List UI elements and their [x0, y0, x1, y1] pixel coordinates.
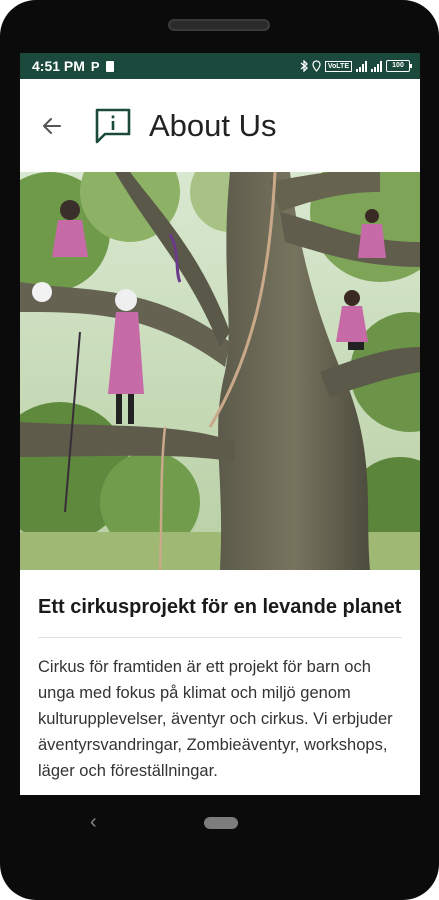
phone-frame: 4:51 PM P VoLTE 100 About Us Ett cirkusp… — [0, 0, 439, 900]
location-icon — [312, 60, 321, 72]
divider — [38, 637, 402, 638]
signal-icon — [356, 60, 367, 72]
status-app-indicator: P — [90, 58, 100, 74]
battery-icon: 100 — [386, 60, 412, 72]
signal-icon-2 — [371, 60, 382, 72]
status-bar: 4:51 PM P VoLTE 100 — [20, 53, 420, 79]
bluetooth-icon — [300, 60, 308, 72]
info-chat-icon — [95, 108, 131, 143]
document-icon — [105, 60, 114, 72]
back-button[interactable] — [37, 111, 67, 141]
article-headline: Ett cirkusprojekt för en levande planet — [38, 596, 402, 618]
earpiece-speaker — [168, 19, 270, 31]
nav-home-button[interactable] — [204, 817, 238, 829]
page-title: About Us — [149, 107, 277, 143]
system-nav-bar: ‹ — [20, 795, 420, 851]
status-icons: VoLTE 100 — [300, 60, 412, 72]
tree-photo — [20, 172, 420, 570]
hero-image — [20, 172, 420, 570]
arrow-left-icon — [43, 117, 61, 134]
app-bar: About Us — [20, 79, 420, 172]
battery-level: 100 — [392, 62, 404, 69]
article-body: Cirkus för framtiden är ett projekt för … — [38, 658, 393, 780]
volte-badge: VoLTE — [324, 60, 352, 72]
article-content: Ett cirkusprojekt för en levande planet … — [20, 570, 420, 795]
screen: 4:51 PM P VoLTE 100 About Us Ett cirkusp… — [20, 53, 420, 795]
nav-back-button[interactable]: ‹ — [90, 811, 97, 834]
status-time: 4:51 PM — [32, 58, 85, 74]
